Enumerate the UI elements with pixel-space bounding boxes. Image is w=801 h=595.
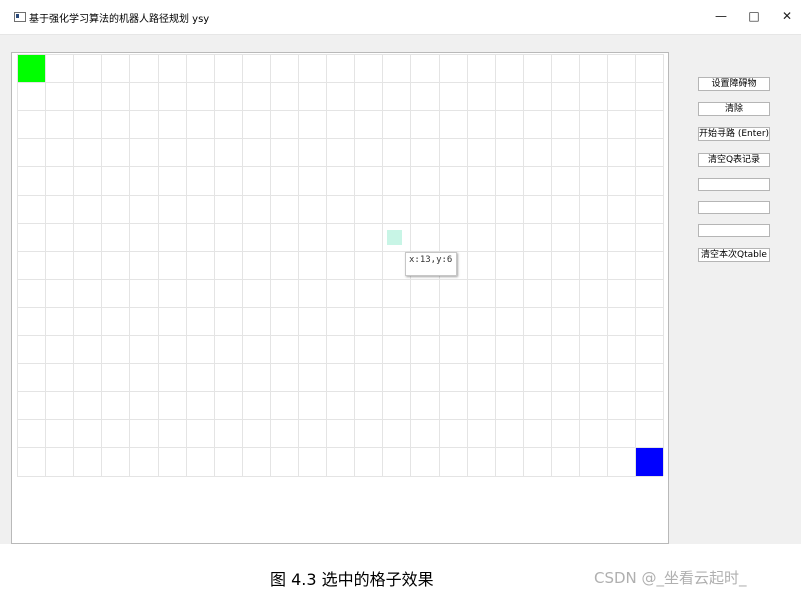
grid-line-vertical [550, 54, 552, 476]
start-cell[interactable] [17, 54, 46, 83]
param-input-3[interactable] [698, 224, 770, 237]
grid-line-horizontal [17, 250, 664, 252]
grid-line-vertical [382, 54, 384, 476]
clear-q-table-button[interactable]: 清空Q表记录 [698, 153, 770, 167]
grid-line-horizontal [17, 306, 664, 308]
grid-line-horizontal [17, 419, 664, 421]
grid-line-horizontal [17, 54, 664, 55]
grid-line-vertical [494, 54, 496, 476]
grid-line-vertical [101, 54, 103, 476]
grid-line-horizontal [17, 222, 664, 224]
grid-line-vertical [241, 54, 243, 476]
grid-line-vertical [635, 54, 637, 476]
clear-button[interactable]: 清除 [698, 102, 770, 116]
clear-current-qtable-button[interactable]: 清空本次Qtable [698, 248, 770, 262]
grid-line-vertical [522, 54, 524, 476]
grid-line-vertical [466, 54, 468, 476]
figure-caption: 图 4.3 选中的格子效果 [270, 570, 434, 589]
param-input-1[interactable] [698, 178, 770, 191]
start-pathfinding-button[interactable]: 开始寻路 (Enter) [698, 127, 770, 141]
grid-line-vertical [298, 54, 299, 476]
grid-line-horizontal [17, 194, 664, 196]
selected-cell[interactable] [387, 229, 403, 245]
grid-canvas[interactable] [11, 52, 669, 544]
grid-line-vertical [354, 54, 356, 476]
window-title: 基于强化学习算法的机器人路径规划 ysy [29, 14, 210, 25]
grid-line-horizontal [17, 138, 664, 140]
close-icon[interactable]: ✕ [772, 5, 801, 27]
goal-cell[interactable] [635, 447, 665, 477]
grid-line-horizontal [17, 166, 664, 168]
grid-line-vertical [663, 54, 665, 476]
grid-line-vertical [326, 54, 328, 476]
grid-line-horizontal [17, 335, 664, 336]
grid-line-vertical [45, 54, 47, 476]
csdn-watermark: CSDN @_坐看云起时_ [594, 569, 747, 587]
grid-line-vertical [17, 54, 18, 476]
minimize-icon[interactable]: — [706, 5, 736, 27]
grid-line-vertical [185, 54, 187, 476]
cell-coordinate-tooltip: x:13,y:6 [405, 252, 457, 276]
grid-line-horizontal [17, 391, 664, 393]
param-input-2[interactable] [698, 201, 770, 214]
grid-line-horizontal [17, 363, 664, 365]
grid-line-horizontal [17, 475, 664, 477]
app-window-icon [14, 12, 26, 22]
title-bar: 基于强化学习算法的机器人路径规划 ysy — □ ✕ [0, 0, 801, 35]
grid-line-vertical [269, 54, 271, 476]
grid-line-horizontal [17, 447, 664, 449]
grid-line-vertical [579, 54, 580, 476]
grid-line-horizontal [17, 82, 664, 84]
app-window: 基于强化学习算法的机器人路径规划 ysy — □ ✕ x:13,y:6 设置障碍… [0, 0, 801, 544]
maximize-icon[interactable]: □ [739, 5, 769, 27]
set-obstacles-button[interactable]: 设置障碍物 [698, 77, 770, 91]
grid-line-horizontal [17, 278, 664, 280]
grid-line-horizontal [17, 110, 664, 112]
grid-line-vertical [73, 54, 75, 476]
grid-line-vertical [157, 54, 159, 476]
grid-line-vertical [607, 54, 609, 476]
grid-line-vertical [129, 54, 131, 476]
grid-line-vertical [213, 54, 215, 476]
